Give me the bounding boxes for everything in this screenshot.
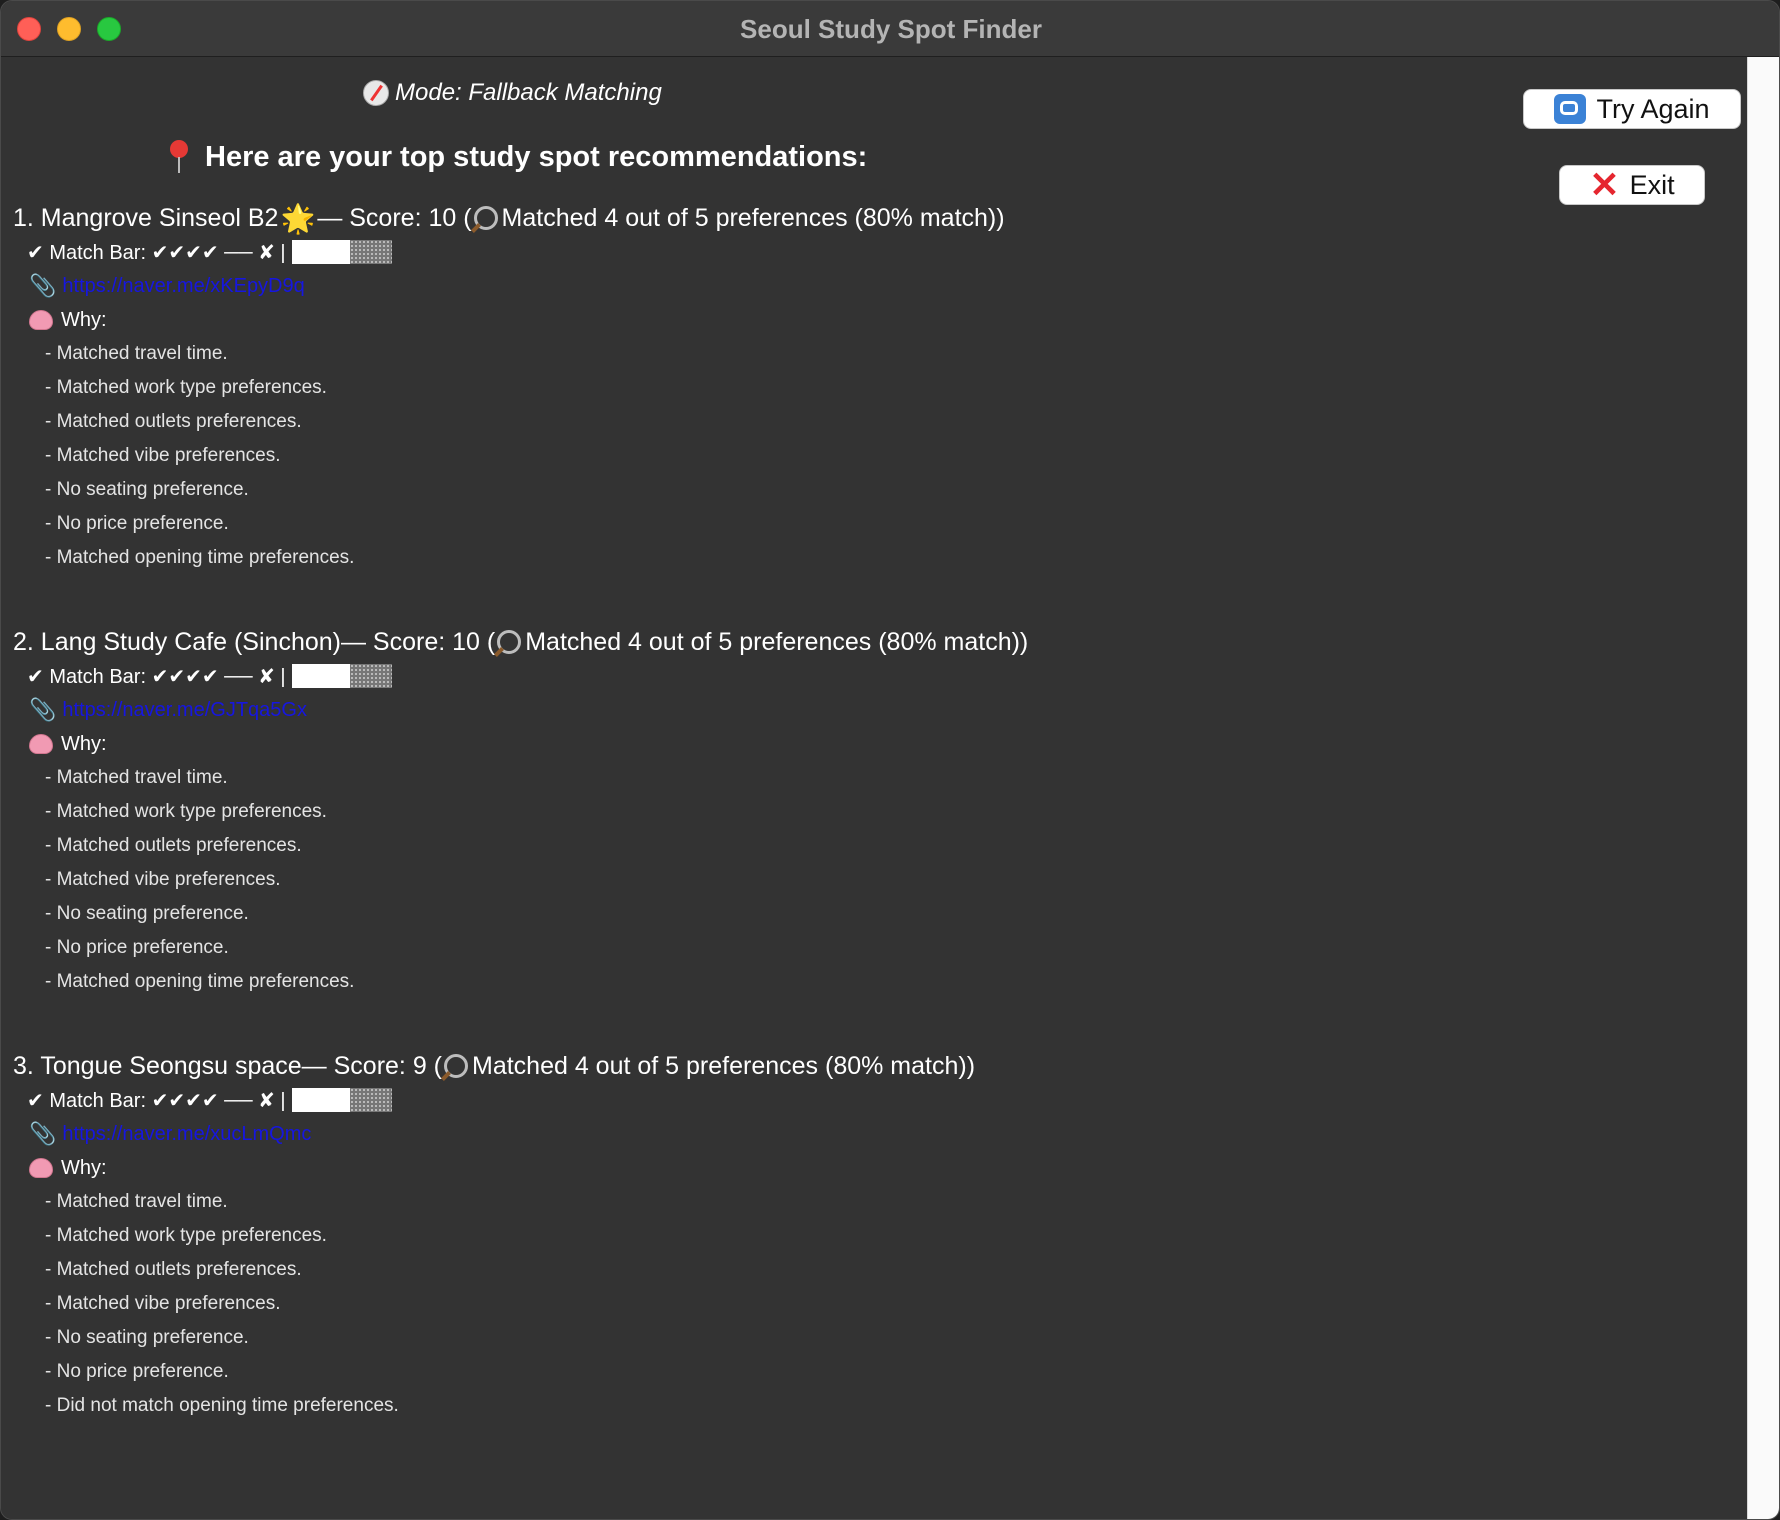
match-bar-fill xyxy=(291,240,350,264)
match-bar-row: ✔ Match Bar: ✔✔✔✔ ── ✘ | xyxy=(13,1083,1513,1117)
spot-score: — Score: 10 ( xyxy=(317,203,472,232)
reason-item: - No seating preference. xyxy=(45,1327,249,1348)
glowing-star-icon: 🌟 xyxy=(280,202,316,234)
match-bar-fill xyxy=(291,664,350,688)
link-row: 📎 https://naver.me/xucLmQmc xyxy=(13,1117,1513,1151)
page-heading: Here are your top study spot recommendat… xyxy=(167,137,867,177)
why-label: Why: xyxy=(61,1156,107,1179)
paperclip-icon: 📎 xyxy=(29,697,57,722)
why-label: Why: xyxy=(61,732,107,755)
match-bar-label: ✔ Match Bar: xyxy=(27,665,147,688)
scrollbar[interactable] xyxy=(1747,57,1779,1519)
reason-item: - Matched work type preferences. xyxy=(45,377,327,398)
match-bar-remaining xyxy=(349,240,392,264)
cross-mark-icon: ✕ xyxy=(1589,164,1620,205)
spot-name: 1. Mangrove Sinseol B2 xyxy=(13,203,279,232)
spot-card: 1. Mangrove Sinseol B2 🌟 — Score: 10 ( M… xyxy=(13,201,1513,575)
match-bar-row: ✔ Match Bar: ✔✔✔✔ ── ✘ | xyxy=(13,235,1513,269)
mode-indicator: Mode: Fallback Matching xyxy=(363,75,662,111)
why-row: Why: xyxy=(13,303,1513,337)
reason-item: - Did not match opening time preferences… xyxy=(45,1395,399,1416)
reason-item: - No seating preference. xyxy=(45,479,249,500)
spot-card: 2. Lang Study Cafe (Sinchon) — Score: 10… xyxy=(13,625,1513,999)
match-bar-label: ✔ Match Bar: xyxy=(27,1089,147,1112)
spot-link[interactable]: https://naver.me/GJTqa5Gx xyxy=(62,699,307,722)
reason-item: - No seating preference. xyxy=(45,903,249,924)
spot-score: — Score: 9 ( xyxy=(301,1051,442,1080)
brain-icon xyxy=(29,1158,53,1178)
spot-card: 3. Tongue Seongsu space — Score: 9 ( Mat… xyxy=(13,1049,1513,1423)
why-label: Why: xyxy=(61,308,107,331)
reason-item: - Matched travel time. xyxy=(45,343,228,364)
magnifying-glass-icon xyxy=(444,1054,468,1078)
reason-item: - No price preference. xyxy=(45,937,229,958)
exit-button[interactable]: ✕ Exit xyxy=(1559,165,1705,205)
match-bar-label: ✔ Match Bar: xyxy=(27,241,147,264)
app-window: Seoul Study Spot Finder Mode: Fallback M… xyxy=(0,0,1780,1520)
match-bar-glyphs: ✔✔✔✔ ── ✘ | xyxy=(151,241,286,264)
reason-item: - Matched opening time preferences. xyxy=(45,547,355,568)
round-pushpin-icon xyxy=(167,140,191,174)
repeat-icon xyxy=(1554,94,1587,124)
compass-icon xyxy=(363,80,389,106)
link-row: 📎 https://naver.me/xKEpyD9q xyxy=(13,269,1513,303)
brain-icon xyxy=(29,734,53,754)
match-bar-remaining xyxy=(349,664,392,688)
mode-label: Mode: Fallback Matching xyxy=(395,79,662,106)
reason-item: - Matched work type preferences. xyxy=(45,801,327,822)
spot-match-summary: Matched 4 out of 5 preferences (80% matc… xyxy=(525,627,1029,656)
reason-item: - Matched outlets preferences. xyxy=(45,411,302,432)
match-bar-glyphs: ✔✔✔✔ ── ✘ | xyxy=(151,665,286,688)
magnifying-glass-icon xyxy=(497,630,522,654)
spot-score: — Score: 10 ( xyxy=(340,627,496,656)
reason-item: - Matched vibe preferences. xyxy=(45,1293,281,1314)
match-bar-remaining xyxy=(349,1088,392,1112)
spot-link[interactable]: https://naver.me/xucLmQmc xyxy=(62,1123,311,1146)
spot-name: 3. Tongue Seongsu space xyxy=(13,1051,302,1080)
reason-item: - Matched outlets preferences. xyxy=(45,835,302,856)
exit-label: Exit xyxy=(1629,169,1675,200)
link-row: 📎 https://naver.me/GJTqa5Gx xyxy=(13,693,1513,727)
heading-text: Here are your top study spot recommendat… xyxy=(205,140,868,173)
try-again-button[interactable]: Try Again xyxy=(1523,89,1741,129)
paperclip-icon: 📎 xyxy=(29,1121,57,1146)
match-bar-fill xyxy=(291,1088,350,1112)
reason-item: - Matched travel time. xyxy=(45,767,228,788)
reason-item: - Matched vibe preferences. xyxy=(45,869,281,890)
why-row: Why: xyxy=(13,727,1513,761)
paperclip-icon: 📎 xyxy=(29,273,57,298)
reason-item: - Matched vibe preferences. xyxy=(45,445,281,466)
title-bar: Seoul Study Spot Finder xyxy=(1,1,1779,57)
spot-name: 2. Lang Study Cafe (Sinchon) xyxy=(13,627,341,656)
spot-title: 1. Mangrove Sinseol B2 🌟 — Score: 10 ( M… xyxy=(13,201,1513,235)
spot-match-summary: Matched 4 out of 5 preferences (80% matc… xyxy=(501,203,1005,232)
reason-item: - Matched work type preferences. xyxy=(45,1225,327,1246)
window-title: Seoul Study Spot Finder xyxy=(740,14,1042,44)
reason-item: - Matched travel time. xyxy=(45,1191,228,1212)
spot-title: 3. Tongue Seongsu space — Score: 9 ( Mat… xyxy=(13,1049,1513,1083)
why-row: Why: xyxy=(13,1151,1513,1185)
match-bar-row: ✔ Match Bar: ✔✔✔✔ ── ✘ | xyxy=(13,659,1513,693)
spot-title: 2. Lang Study Cafe (Sinchon) — Score: 10… xyxy=(13,625,1513,659)
reason-item: - Matched outlets preferences. xyxy=(45,1259,302,1280)
match-bar-glyphs: ✔✔✔✔ ── ✘ | xyxy=(151,1089,286,1112)
reason-item: - No price preference. xyxy=(45,1361,229,1382)
brain-icon xyxy=(29,310,53,330)
try-again-label: Try Again xyxy=(1596,93,1710,124)
spot-match-summary: Matched 4 out of 5 preferences (80% matc… xyxy=(472,1051,976,1080)
reason-item: - No price preference. xyxy=(45,513,229,534)
magnifying-glass-icon xyxy=(473,206,498,230)
spot-link[interactable]: https://naver.me/xKEpyD9q xyxy=(62,275,304,298)
reason-item: - Matched opening time preferences. xyxy=(45,971,355,992)
